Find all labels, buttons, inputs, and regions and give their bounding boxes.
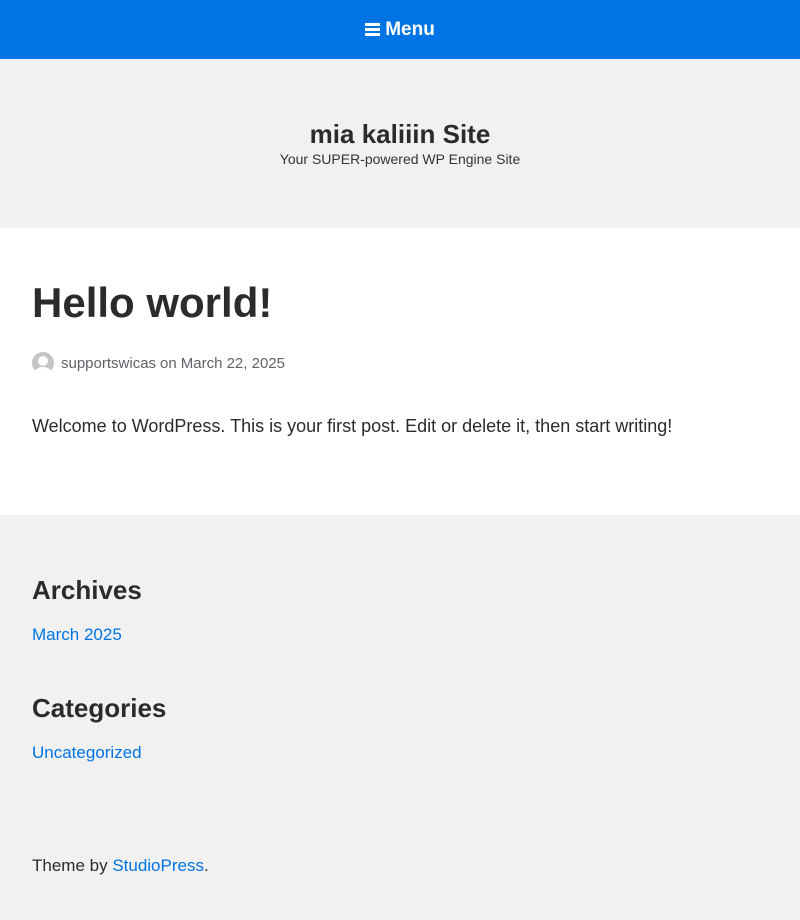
site-description: Your SUPER-powered WP Engine Site (279, 151, 521, 167)
menu-label: Menu (385, 18, 435, 40)
post-meta: supportswicas on March 22, 2025 (32, 352, 768, 374)
site-header: mia kaliiin Site Your SUPER-powered WP E… (0, 59, 800, 228)
footer-prefix: Theme by (32, 856, 113, 875)
archive-link-march-2025[interactable]: March 2025 (32, 625, 768, 645)
footer-suffix: . (203, 856, 209, 875)
site-footer: Theme by StudioPress. (0, 763, 800, 876)
site-title[interactable]: mia kaliiin Site (0, 119, 800, 149)
sidebar-widgets: Archives March 2025 Categories Uncategor… (0, 515, 800, 763)
post-article: Hello world! supportswicas on March 22, … (0, 228, 800, 515)
categories-title: Categories (32, 693, 167, 723)
studiopress-link[interactable]: StudioPress (112, 856, 204, 875)
archives-title: Archives (32, 575, 142, 605)
menu-button[interactable]: Menu (365, 19, 435, 41)
post-author[interactable]: supportswicas (61, 355, 156, 372)
post-title[interactable]: Hello world! (32, 278, 768, 328)
nav-bar: Menu (0, 0, 800, 59)
post-content: Welcome to WordPress. This is your first… (32, 416, 673, 436)
avatar (32, 352, 54, 374)
post-date[interactable]: March 22, 2025 (181, 355, 285, 372)
meta-separator: on (160, 354, 177, 372)
categories-widget: Categories Uncategorized (32, 693, 768, 763)
archives-widget: Archives March 2025 (32, 575, 768, 645)
hamburger-icon (365, 23, 381, 36)
category-link-uncategorized[interactable]: Uncategorized (32, 743, 768, 763)
